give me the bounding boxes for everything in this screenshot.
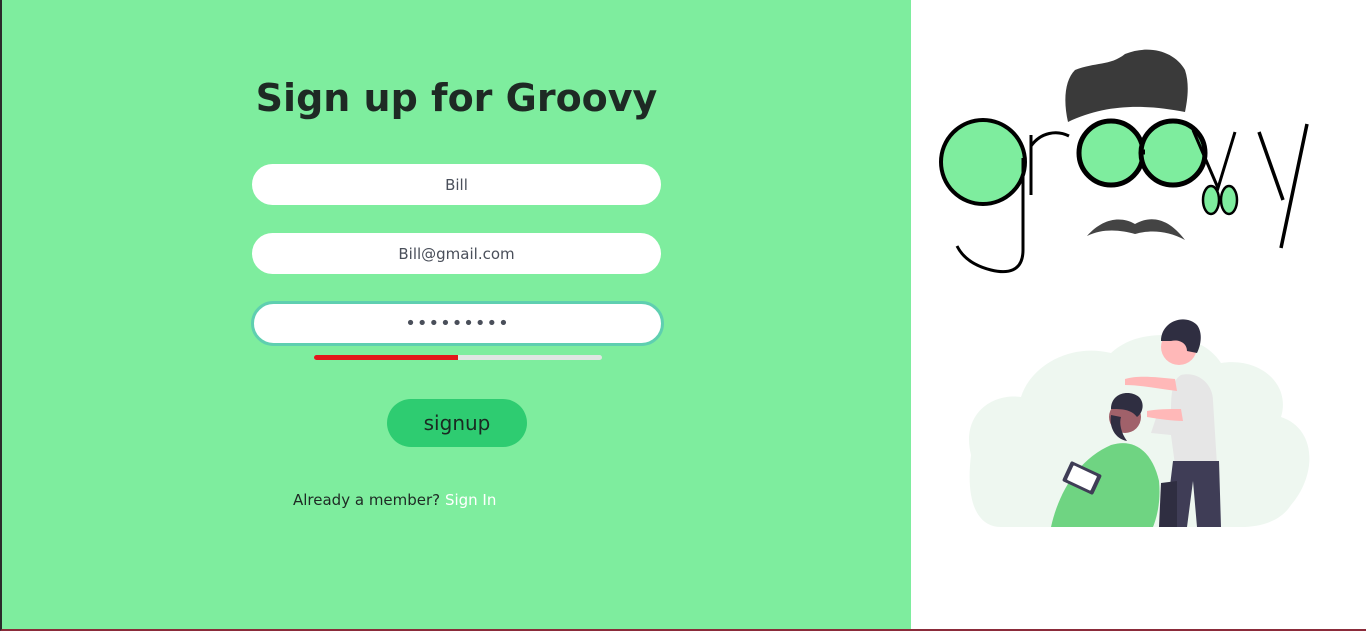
password-strength-meter [314,355,602,360]
brand-panel [911,0,1366,629]
groovy-logo-icon [939,49,1309,274]
barber-illustration-icon [969,319,1310,527]
password-strength-fill [314,355,458,360]
signup-page: Sign up for Groovy signup Already a memb… [0,0,1366,631]
signup-form-panel: Sign up for Groovy signup Already a memb… [2,0,911,629]
page-title: Sign up for Groovy [255,76,658,120]
sign-in-link[interactable]: Sign In [445,491,496,509]
name-field[interactable] [252,164,661,205]
already-member-line: Already a member? Sign In [293,491,496,509]
email-field[interactable] [252,233,661,274]
already-member-text: Already a member? [293,491,441,509]
signup-button[interactable]: signup [387,399,527,447]
password-field[interactable] [251,301,664,346]
